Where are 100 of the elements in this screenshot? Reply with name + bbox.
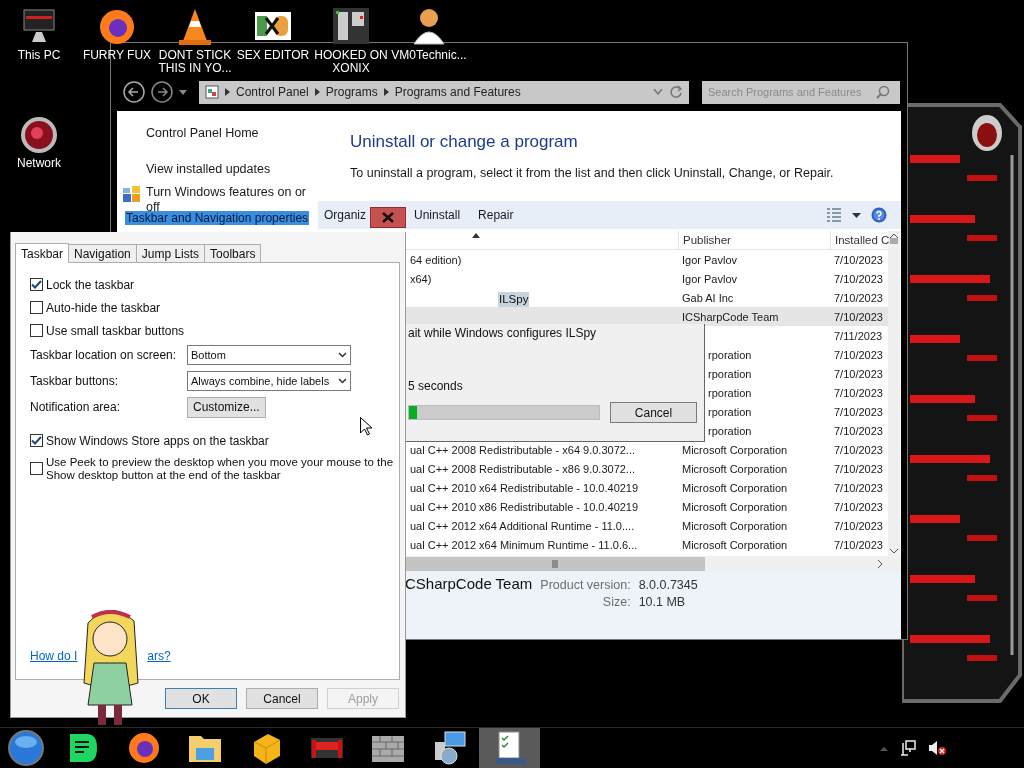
toolbar-button[interactable]: Organiz xyxy=(324,206,367,224)
search-icon xyxy=(876,85,890,99)
desktop-icon-label[interactable]: Network xyxy=(1,157,77,170)
chevron-down-icon xyxy=(338,352,347,358)
sort-arrow-icon[interactable] xyxy=(472,233,480,238)
toolbar-button[interactable]: Uninstall xyxy=(414,206,461,224)
table-cell: ual C++ 2010 x86 Redistributable - 10.0.40219 xyxy=(410,500,639,513)
speaker-muted-icon[interactable] xyxy=(928,740,946,756)
toolbar-button[interactable]: Repair xyxy=(478,206,514,224)
checkbox[interactable] xyxy=(30,462,43,475)
time-remaining-text: 5 seconds xyxy=(408,379,464,394)
chevron-down-icon xyxy=(338,378,347,384)
caret-down-icon[interactable] xyxy=(852,212,861,218)
chevron-right-icon xyxy=(383,88,389,96)
desktop-icon-label[interactable]: SEX EDITOR xyxy=(235,49,311,62)
table-cell: Microsoft Corporation xyxy=(682,538,788,551)
tab[interactable]: Jump Lists xyxy=(135,244,206,262)
checkbox-label[interactable]: Lock the taskbar xyxy=(46,277,135,292)
table-cell: 7/10/2023 xyxy=(834,519,883,532)
checkbox-label[interactable]: Show Windows Store apps on the taskbar xyxy=(46,433,269,448)
desktop-icon-label[interactable]: DONT STICK THIS IN YO... xyxy=(157,49,233,75)
column-header[interactable]: Publisher xyxy=(678,231,830,249)
window-tiles-icon xyxy=(123,186,140,203)
table-cell: 7/10/2023 xyxy=(834,481,883,494)
customize-button[interactable]: Customize... xyxy=(187,396,266,418)
table-cell: ual C++ 2008 Redistributable - x86 9.0.3072... xyxy=(410,462,636,475)
help-link[interactable]: How do I ars? xyxy=(30,649,171,663)
table-row[interactable]: ual C++ 2008 Redistributable - x64 9.0.3072... Microsoft Corporation 7/10/2023 xyxy=(406,440,888,459)
network-icon[interactable] xyxy=(900,740,916,756)
desktop-icon-label[interactable]: This PC xyxy=(1,49,77,62)
field-label: Taskbar buttons: xyxy=(30,374,120,388)
field-label: Product version: xyxy=(540,578,631,592)
caret-down-icon[interactable] xyxy=(179,89,187,95)
breadcrumb-link[interactable]: Control Panel xyxy=(236,85,309,99)
checkbox[interactable] xyxy=(30,434,43,447)
table-row[interactable]: x64) Igor Pavlov 7/10/2023 xyxy=(406,269,888,288)
sidebar-link[interactable]: View installed updates xyxy=(146,162,318,177)
table-cell: Microsoft Corporation xyxy=(682,500,788,513)
dropdown[interactable]: Always combine, hide labels xyxy=(187,371,351,391)
cancel-button[interactable]: Cancel xyxy=(610,402,697,423)
dropdown[interactable]: Bottom xyxy=(187,345,351,365)
checkmark-icon xyxy=(31,436,42,445)
refresh-icon[interactable] xyxy=(669,85,683,99)
breadcrumb-link[interactable]: Programs xyxy=(325,85,378,99)
tab[interactable]: Navigation xyxy=(68,244,137,262)
table-cell: 7/10/2023 xyxy=(834,538,883,551)
tab[interactable]: Taskbar xyxy=(15,243,70,263)
close-icon xyxy=(382,212,394,223)
table-row[interactable]: ual C++ 2010 x86 Redistributable - 10.0.40219 Microsoft Corporation 7/10/2023 xyxy=(406,497,888,516)
field-label: Size: xyxy=(601,595,631,609)
table-cell: 7/10/2023 xyxy=(834,272,883,285)
table-cell: rporation xyxy=(708,424,752,437)
checkbox-label[interactable]: Use small taskbar buttons xyxy=(46,323,185,338)
publisher-name: CSharpCode Team xyxy=(405,575,533,592)
search-field[interactable]: Search Programs and Features xyxy=(702,80,900,104)
chevron-right-icon xyxy=(314,88,320,96)
chevron-down-icon[interactable] xyxy=(653,89,663,95)
field-label: Taskbar location on screen: xyxy=(30,348,178,362)
checkbox-label[interactable]: Auto-hide the taskbar xyxy=(46,300,161,315)
checkbox[interactable] xyxy=(30,278,43,291)
sidebar-link[interactable]: Control Panel Home xyxy=(146,126,318,141)
table-cell: ual C++ 2010 x64 Redistributable - 10.0.40219 xyxy=(410,481,639,494)
table-row[interactable]: ICSharpCode Team 7/10/2023 xyxy=(406,307,888,326)
desktop-icon-label[interactable]: VM0Technic... xyxy=(391,49,467,62)
checkbox[interactable] xyxy=(30,301,43,314)
horizontal-scrollbar[interactable] xyxy=(405,556,901,572)
table-cell: Gab AI Inc xyxy=(682,291,734,304)
chevron-right-icon xyxy=(225,88,230,96)
vertical-scrollbar[interactable] xyxy=(888,231,900,556)
dialog-button[interactable]: Cancel xyxy=(246,688,318,709)
checkbox[interactable] xyxy=(30,324,43,337)
table-cell: 7/11/2023 xyxy=(834,329,883,342)
table-row[interactable]: ual C++ 2008 Redistributable - x86 9.0.3072... Microsoft Corporation 7/10/2023 xyxy=(406,459,888,478)
table-cell: 7/10/2023 xyxy=(834,386,883,399)
list-view-icon[interactable] xyxy=(826,208,842,222)
page-heading: Uninstall or change a program xyxy=(350,132,579,152)
help-icon[interactable] xyxy=(871,207,887,223)
breadcrumb-link[interactable]: Programs and Features xyxy=(394,85,521,99)
tab[interactable]: Toolbars xyxy=(204,244,262,262)
scroll-down-icon xyxy=(890,549,898,554)
close-button[interactable] xyxy=(370,207,406,228)
table-cell: rporation xyxy=(708,386,752,399)
table-cell: ual C++ 2008 Redistributable - x64 9.0.3072... xyxy=(410,443,636,456)
maze-icon[interactable] xyxy=(330,6,372,46)
desktop-icon-label[interactable]: HOOKED ON XONIX xyxy=(313,49,389,75)
table-cell: x64) xyxy=(410,272,432,285)
table-cell: 7/10/2023 xyxy=(834,462,883,475)
checkbox-label[interactable]: Use Peek to preview the desktop when you move your mouse to the Show desktop button at the end of the taskbar xyxy=(46,456,398,482)
table-row[interactable]: ual C++ 2012 x64 Minimum Runtime - 11.0.6... Microsoft Corporation 7/10/2023 xyxy=(406,535,888,554)
table-cell: rporation xyxy=(708,405,752,418)
caret-up-icon[interactable] xyxy=(880,745,888,751)
taskbar-button[interactable] xyxy=(479,728,540,768)
sphere-icon[interactable] xyxy=(18,114,60,154)
table-row[interactable]: 64 edition) Igor Pavlov 7/10/2023 xyxy=(406,250,888,269)
dialog-button[interactable]: OK xyxy=(165,688,237,709)
address-bar[interactable]: Control Panel Programs Programs and Features xyxy=(199,80,689,104)
table-row[interactable]: ual C++ 2012 x64 Additional Runtime - 11.0.... Microsoft Corporation 7/10/2023 xyxy=(406,516,888,535)
table-row[interactable]: ual C++ 2010 x64 Redistributable - 10.0.40219 Microsoft Corporation 7/10/2023 xyxy=(406,478,888,497)
desktop-icon-label[interactable]: FURRY FUX xyxy=(79,49,155,62)
grip-icon xyxy=(890,238,898,244)
